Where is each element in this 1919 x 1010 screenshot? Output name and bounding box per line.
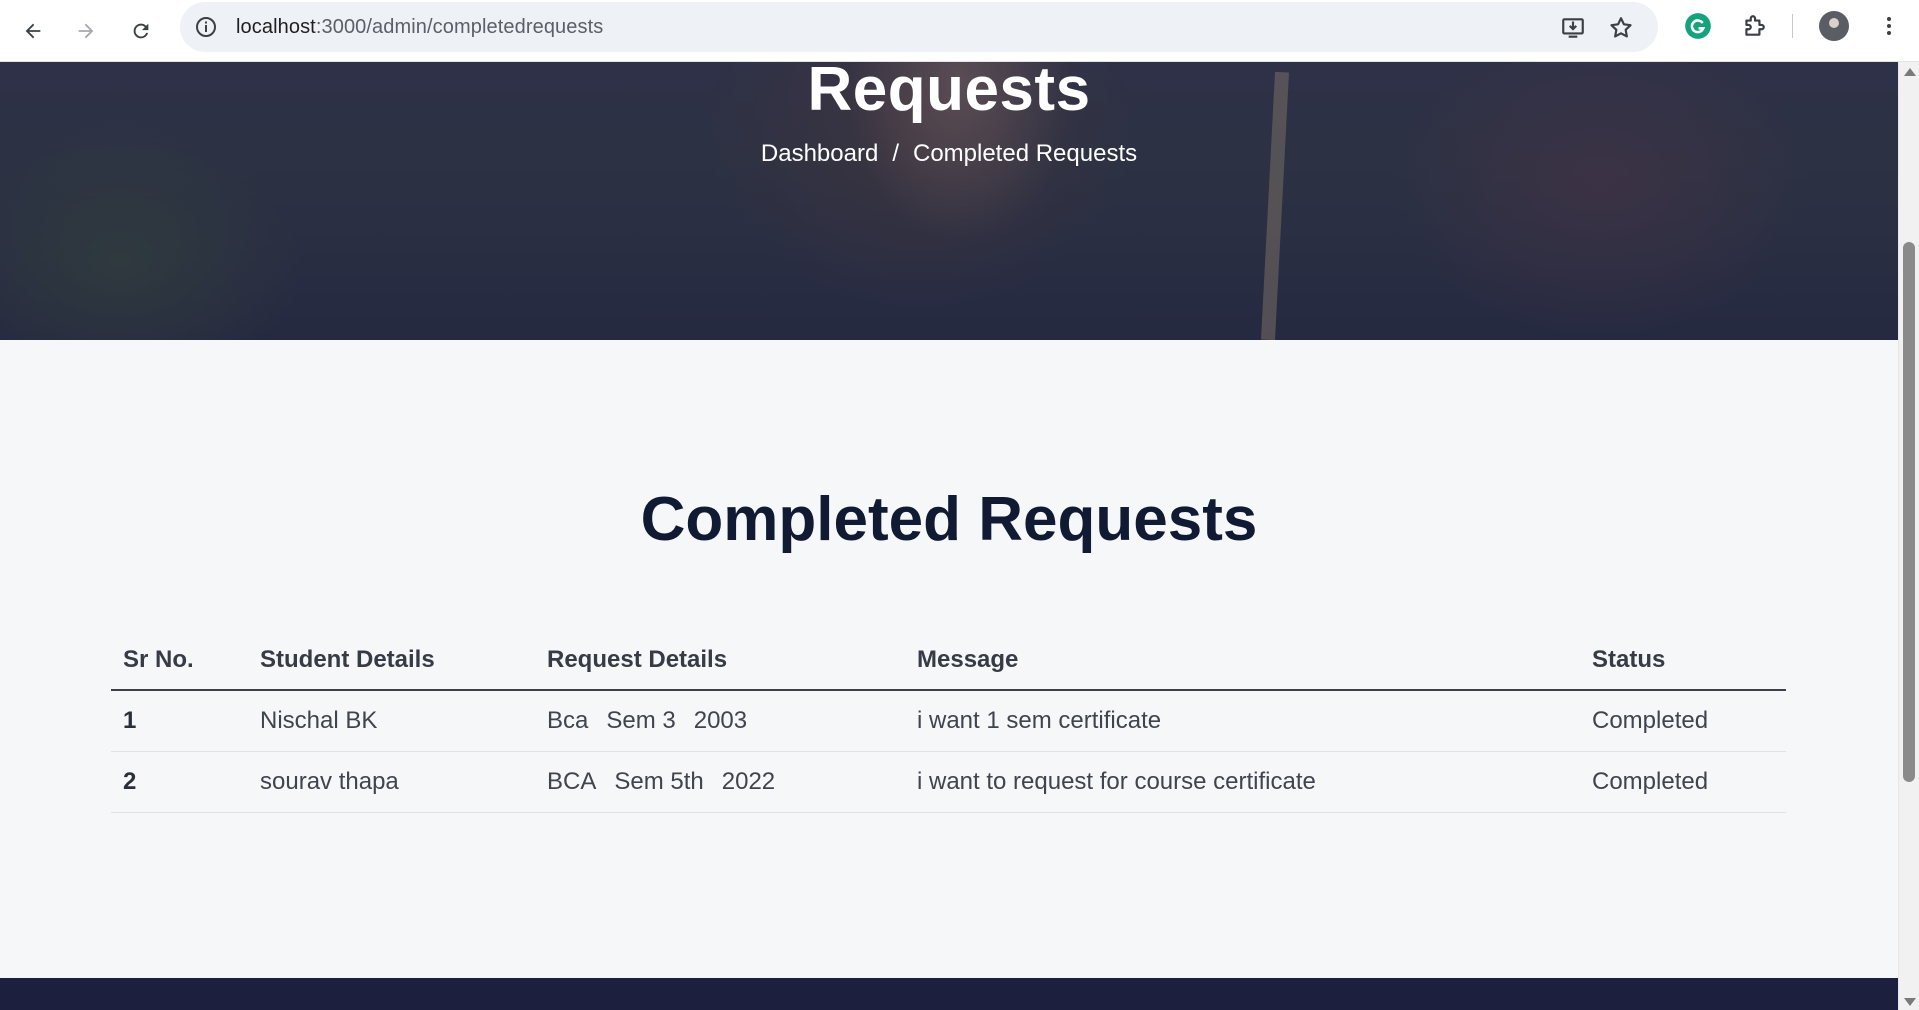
extensions-button[interactable] [1739, 11, 1769, 41]
cell-student-name: Nischal BK [248, 690, 535, 752]
address-bar[interactable]: localhost:3000/admin/completedrequests [180, 2, 1658, 52]
more-menu-icon [1887, 17, 1891, 35]
back-arrow-icon [25, 23, 41, 39]
breadcrumb-current: Completed Requests [912, 140, 1138, 167]
header-sr-no: Sr No. [111, 630, 248, 691]
toolbar-divider [1792, 14, 1793, 38]
table-header-row: Sr No. Student Details Request Details M… [111, 630, 1786, 691]
request-year: 2022 [721, 767, 776, 795]
breadcrumb-separator: / [892, 140, 899, 167]
cell-status: Completed [1580, 751, 1786, 813]
cell-sr-no: 1 [111, 690, 248, 752]
page-title: Completed Requests [640, 485, 1258, 554]
header-request-details: Request Details [535, 630, 905, 691]
browser-toolbar: localhost:3000/admin/completedrequests [0, 0, 1919, 62]
header-status: Status [1580, 630, 1786, 691]
table-row: 2 sourav thapa BCA Sem 5th 2022 i want to … [111, 751, 1786, 813]
grammarly-extension[interactable] [1683, 11, 1713, 41]
back-button[interactable] [13, 11, 53, 51]
cell-message: i want 1 sem certificate [905, 690, 1580, 752]
request-semester: Sem 3 [606, 706, 676, 734]
extensions-icon [1745, 15, 1765, 36]
hero-banner: Requests Dashboard / Completed Requests [0, 62, 1898, 340]
page-footer [0, 978, 1898, 1010]
cell-message: i want to request for course certificate [905, 751, 1580, 813]
bookmark-star-icon[interactable] [1608, 15, 1634, 41]
site-info-icon[interactable] [194, 15, 218, 39]
table-row: 1 Nischal BK Bca Sem 3 2003 i want 1 sem c… [111, 690, 1786, 752]
vertical-scrollbar[interactable] [1898, 62, 1919, 1010]
grammarly-icon [1685, 13, 1711, 39]
cell-student-name: sourav thapa [248, 751, 535, 813]
hero-title: Requests [807, 62, 1091, 124]
reload-icon [133, 23, 149, 39]
header-student-details: Student Details [248, 630, 535, 691]
forward-arrow-icon [78, 23, 94, 39]
forward-button[interactable] [66, 11, 106, 51]
cell-request-details: Bca Sem 3 2003 [535, 690, 905, 752]
request-course: Bca [547, 706, 589, 734]
reload-button[interactable] [121, 11, 161, 51]
cell-request-details: BCA Sem 5th 2022 [535, 751, 905, 813]
url-path: :3000/admin/completedrequests [315, 16, 604, 38]
url-text[interactable]: localhost:3000/admin/completedrequests [236, 16, 603, 39]
completed-requests-table: Sr No. Student Details Request Details M… [111, 630, 1786, 813]
cell-status: Completed [1580, 690, 1786, 752]
request-course: BCA [547, 767, 597, 795]
scroll-down-arrow-icon[interactable] [1904, 998, 1916, 1006]
scroll-up-arrow-icon[interactable] [1904, 68, 1916, 76]
profile-avatar[interactable] [1819, 11, 1849, 41]
install-app-icon[interactable] [1560, 15, 1586, 41]
url-host: localhost [236, 16, 316, 38]
request-year: 2003 [693, 706, 748, 734]
scrollbar-thumb[interactable] [1903, 242, 1915, 782]
breadcrumb: Dashboard / Completed Requests [0, 140, 1898, 168]
request-semester: Sem 5th [614, 767, 704, 795]
more-menu-button[interactable] [1874, 11, 1904, 41]
cell-sr-no: 2 [111, 751, 248, 813]
header-message: Message [905, 630, 1580, 691]
breadcrumb-dashboard-link[interactable]: Dashboard [761, 140, 878, 168]
